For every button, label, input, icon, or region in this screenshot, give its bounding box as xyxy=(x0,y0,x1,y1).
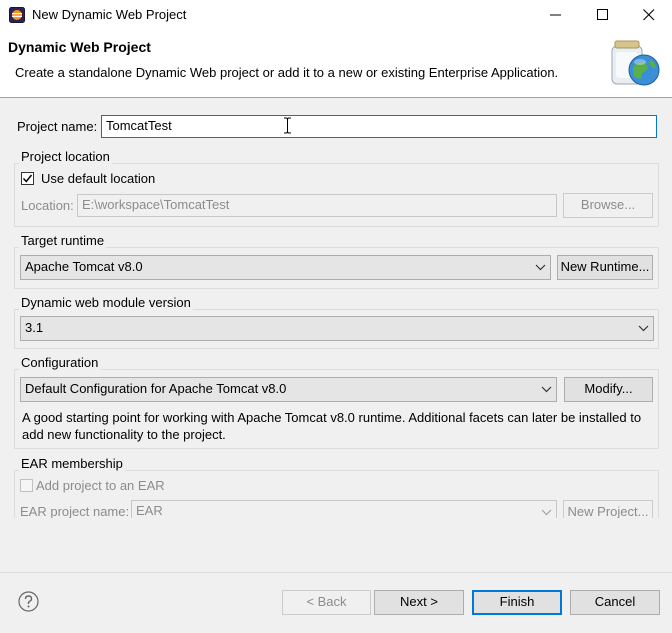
location-input[interactable]: E:\workspace\TomcatTest xyxy=(77,194,557,217)
target-runtime-group-label: Target runtime xyxy=(19,233,107,248)
banner-description: Create a standalone Dynamic Web project … xyxy=(15,65,559,80)
target-runtime-select[interactable]: Apache Tomcat v8.0 xyxy=(20,255,551,280)
use-default-location-label: Use default location xyxy=(41,171,156,186)
banner-title: Dynamic Web Project xyxy=(8,39,151,55)
project-name-label: Project name: xyxy=(17,119,98,134)
add-to-ear-checkbox[interactable] xyxy=(20,479,33,492)
next-button[interactable]: Next > xyxy=(374,590,464,615)
ear-project-name-value: EAR xyxy=(136,503,163,518)
web-project-wizard-icon xyxy=(606,38,662,88)
configuration-select[interactable]: Default Configuration for Apache Tomcat … xyxy=(20,377,557,402)
footer-separator xyxy=(0,572,672,573)
help-icon xyxy=(18,591,39,612)
chevron-down-icon xyxy=(638,325,649,332)
module-version-group-label: Dynamic web module version xyxy=(19,295,193,310)
cancel-button[interactable]: Cancel xyxy=(570,590,660,615)
configuration-description: A good starting point for working with A… xyxy=(22,410,642,442)
project-name-input[interactable]: TomcatTest xyxy=(101,115,657,138)
checkmark-icon xyxy=(22,174,33,183)
ear-membership-group-label: EAR membership xyxy=(19,456,125,471)
text-cursor-icon xyxy=(283,117,292,137)
new-ear-project-button[interactable]: New Project... xyxy=(563,500,653,518)
minimize-icon xyxy=(550,14,561,16)
ear-project-name-label: EAR project name: xyxy=(20,504,130,518)
help-button[interactable] xyxy=(18,591,39,615)
maximize-button[interactable] xyxy=(580,0,626,30)
ear-membership-viewport: EAR membership Add project to an EAR EAR… xyxy=(0,455,672,518)
module-version-selected: 3.1 xyxy=(25,320,44,335)
back-button[interactable]: < Back xyxy=(282,590,371,615)
module-version-select[interactable]: 3.1 xyxy=(20,316,654,341)
close-button[interactable] xyxy=(626,0,672,30)
ear-project-name-select[interactable]: EAR xyxy=(131,500,557,518)
chevron-down-icon xyxy=(541,386,552,393)
modify-button[interactable]: Modify... xyxy=(564,377,653,402)
browse-button[interactable]: Browse... xyxy=(563,193,653,218)
chevron-down-icon xyxy=(541,509,552,516)
target-runtime-selected: Apache Tomcat v8.0 xyxy=(25,259,143,274)
new-runtime-button[interactable]: New Runtime... xyxy=(557,255,653,280)
minimize-button[interactable] xyxy=(533,0,579,30)
use-default-location-checkbox[interactable] xyxy=(21,172,34,185)
eclipse-app-icon xyxy=(9,7,25,23)
window-title: New Dynamic Web Project xyxy=(32,7,187,22)
finish-button[interactable]: Finish xyxy=(472,590,562,615)
close-icon xyxy=(643,9,655,21)
configuration-group-label: Configuration xyxy=(19,355,101,370)
maximize-icon xyxy=(597,9,608,20)
add-to-ear-label: Add project to an EAR xyxy=(36,478,165,493)
configuration-selected: Default Configuration for Apache Tomcat … xyxy=(25,381,287,396)
location-label: Location: xyxy=(21,198,74,213)
chevron-down-icon xyxy=(535,264,546,271)
project-location-group-label: Project location xyxy=(19,149,112,164)
